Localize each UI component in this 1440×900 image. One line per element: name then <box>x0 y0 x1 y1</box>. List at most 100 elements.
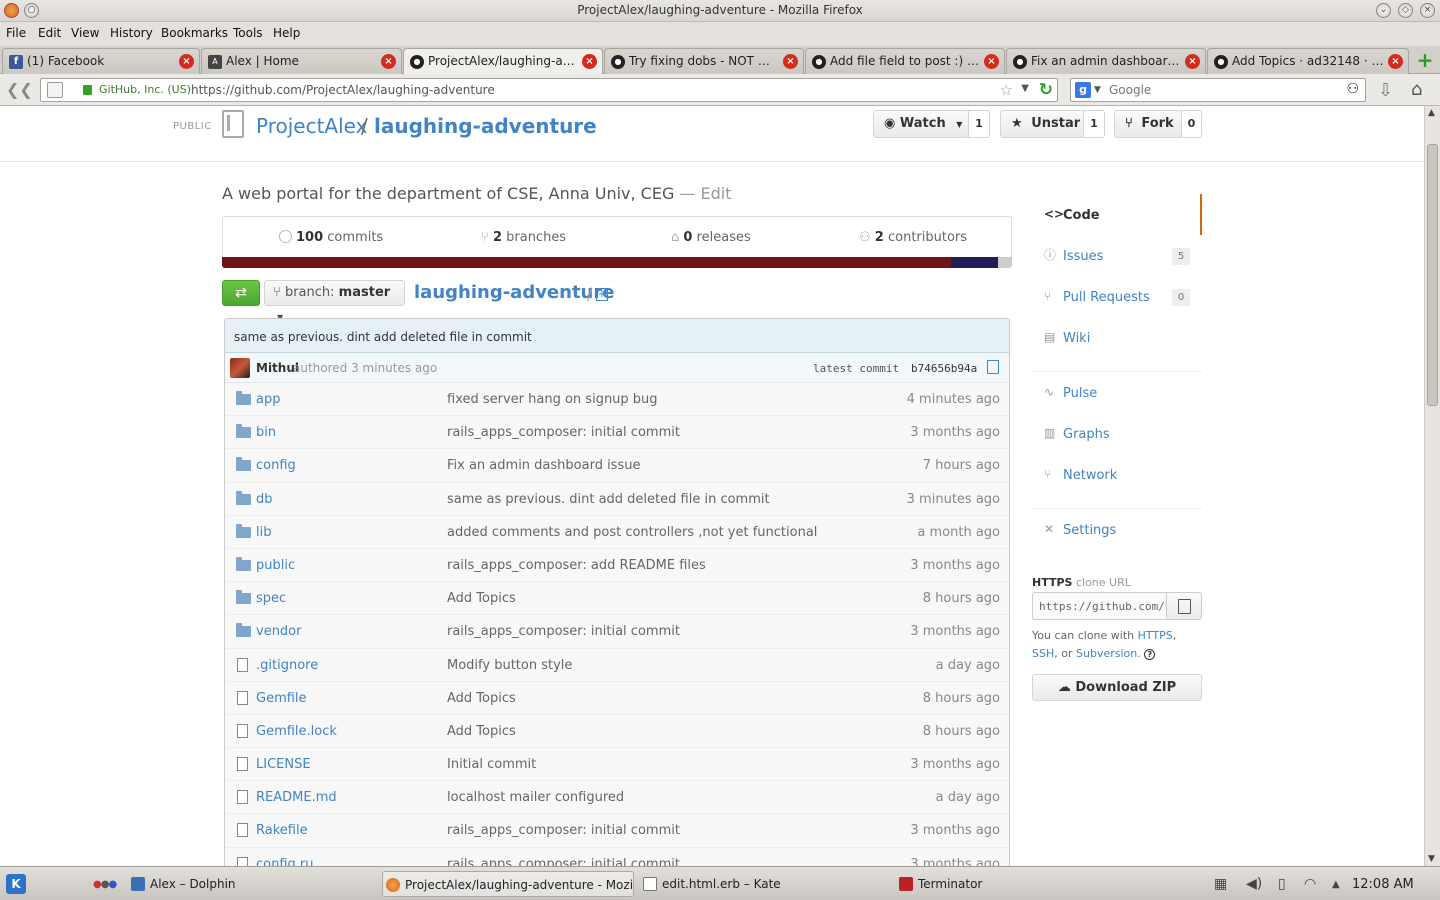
language-segment[interactable] <box>222 257 951 268</box>
close-tab-icon[interactable]: × <box>783 54 798 69</box>
engine-dropdown-icon[interactable]: ▼ <box>1094 85 1101 95</box>
menu-bookmarks[interactable]: Bookmarks <box>161 26 228 40</box>
clone-url-input[interactable]: https://github.com/ProjectAlex/laughing-… <box>1032 592 1167 620</box>
close-tab-icon[interactable]: × <box>1185 54 1200 69</box>
file-name-link[interactable]: .gitignore <box>256 658 318 673</box>
scroll-up-icon[interactable]: ▲ <box>1428 108 1435 118</box>
watch-button[interactable]: ◉ Watch ▼ <box>873 110 969 138</box>
commits-stat[interactable]: 100 commits <box>279 230 383 245</box>
file-commit-message[interactable]: rails_apps_composer: initial commit <box>447 857 680 866</box>
menu-edit[interactable]: Edit <box>38 26 61 40</box>
tray-expand-icon[interactable]: ▲ <box>1332 879 1340 890</box>
file-name-link[interactable]: config <box>256 458 296 473</box>
file-name-link[interactable]: Gemfile.lock <box>256 724 337 739</box>
file-name-link[interactable]: db <box>256 492 273 507</box>
tab-alex-home[interactable]: A Alex | Home × <box>201 48 402 74</box>
page-scrollbar[interactable]: ▲ ▼ <box>1424 106 1440 866</box>
file-commit-message[interactable]: Add Topics <box>447 724 516 739</box>
scroll-down-icon[interactable]: ▼ <box>1428 854 1435 864</box>
url-bar[interactable]: GitHub, Inc. (US) https://github.com/Pro… <box>40 78 1058 102</box>
maximize-button[interactable]: ◇ <box>1398 3 1413 18</box>
sidebar-item-settings[interactable]: ✕ Settings <box>1032 509 1202 550</box>
tab-add-file-field[interactable]: ● Add file field to post :) yay × <box>805 48 1005 74</box>
file-commit-message[interactable]: added comments and post controllers ,not… <box>447 525 817 540</box>
fork-count[interactable]: 0 <box>1181 110 1202 138</box>
file-commit-message[interactable]: rails_apps_composer: initial commit <box>447 823 680 838</box>
file-commit-message[interactable]: Initial commit <box>447 757 536 772</box>
new-tab-button[interactable]: + <box>1414 50 1436 70</box>
file-name-link[interactable]: Gemfile <box>256 691 307 706</box>
sidebar-item-network[interactable]: ⑂ Network <box>1032 454 1202 495</box>
back-button[interactable]: ❮❮ <box>6 81 34 99</box>
google-icon[interactable]: g <box>1075 82 1091 98</box>
sidebar-item-pull-requests[interactable]: ⑂ Pull Requests 0 <box>1032 276 1202 317</box>
binoculars-icon[interactable]: ⚇ <box>1346 81 1359 97</box>
new-file-icon[interactable]: + <box>596 288 608 301</box>
contributors-stat[interactable]: ⚇ 2 contributors <box>859 230 967 245</box>
close-tab-icon[interactable]: × <box>1388 54 1403 69</box>
file-name-link[interactable]: Rakefile <box>256 823 308 838</box>
language-segment[interactable] <box>998 257 1011 268</box>
sidebar-item-wiki[interactable]: ▤ Wiki <box>1032 317 1202 358</box>
close-tab-icon[interactable]: × <box>381 54 396 69</box>
home-icon[interactable]: ⌂ <box>1411 79 1422 100</box>
display-icon[interactable]: ▦ <box>1214 876 1227 892</box>
scrollbar-thumb[interactable] <box>1427 144 1438 406</box>
unstar-button[interactable]: ★ Unstar <box>1000 110 1084 138</box>
volume-icon[interactable]: ◀) <box>1246 876 1262 892</box>
file-name-link[interactable]: README.md <box>256 790 337 805</box>
commit-sha[interactable]: b74656b94a <box>911 362 977 375</box>
clipboard-icon[interactable] <box>987 360 999 374</box>
url-dropdown-icon[interactable]: ▼ <box>1021 83 1029 94</box>
tab-add-topics[interactable]: ● Add Topics · ad32148 · ProjectAlex × <box>1207 48 1409 74</box>
tab-fix-admin-dashboard[interactable]: ● Fix an admin dashboard issue × <box>1006 48 1206 74</box>
clone-ssh-link[interactable]: SSH <box>1032 647 1054 660</box>
sidebar-item-code[interactable]: <> Code <box>1032 194 1202 235</box>
close-tab-icon[interactable]: × <box>582 54 597 69</box>
battery-icon[interactable]: ▯ <box>1278 876 1286 892</box>
kde-menu-icon[interactable]: K <box>6 874 26 894</box>
repo-name-link[interactable]: laughing-adventure <box>374 114 597 138</box>
task-terminator[interactable]: Terminator <box>896 871 1136 897</box>
task-firefox[interactable]: ProjectAlex/laughing-adventure - Mozilla… <box>382 871 634 897</box>
activities-icon[interactable]: ●●● <box>93 879 117 890</box>
file-commit-message[interactable]: rails_apps_composer: initial commit <box>447 624 680 639</box>
question-icon[interactable]: ? <box>1144 649 1156 660</box>
close-tab-icon[interactable]: × <box>179 54 194 69</box>
releases-stat[interactable]: ⌂ 0 releases <box>671 230 751 245</box>
menu-history[interactable]: History <box>110 26 153 40</box>
watch-count[interactable]: 1 <box>968 110 990 138</box>
wifi-icon[interactable]: ◠ <box>1304 876 1316 892</box>
close-tab-icon[interactable]: × <box>984 54 999 69</box>
close-window-button[interactable]: × <box>1420 3 1435 18</box>
minimize-button[interactable]: ⌄ <box>1376 3 1391 18</box>
sidebar-item-pulse[interactable]: ∿ Pulse <box>1032 372 1202 413</box>
file-commit-message[interactable]: rails_apps_composer: add README files <box>447 558 706 573</box>
file-name-link[interactable]: vendor <box>256 624 301 639</box>
url-text[interactable]: https://github.com/ProjectAlex/laughing-… <box>191 83 495 97</box>
file-name-link[interactable]: spec <box>256 591 286 606</box>
latest-commit-message[interactable]: same as previous. dint add deleted file … <box>225 319 1009 353</box>
repo-owner-link[interactable]: ProjectAlex <box>256 114 367 138</box>
menu-tools[interactable]: Tools <box>233 26 263 40</box>
search-bar[interactable]: g ▼ Google ⚇ <box>1070 78 1366 102</box>
file-name-link[interactable]: public <box>256 558 295 573</box>
avatar[interactable] <box>230 358 250 378</box>
file-commit-message[interactable]: Add Topics <box>447 591 516 606</box>
file-commit-message[interactable]: same as previous. dint add deleted file … <box>447 492 770 507</box>
reload-icon[interactable]: ↻ <box>1039 80 1053 100</box>
download-icon[interactable]: ⇩ <box>1378 80 1393 101</box>
tab-laughing-adventure[interactable]: ● ProjectAlex/laughing-adventure × <box>403 48 603 75</box>
menu-help[interactable]: Help <box>273 26 300 40</box>
task-dolphin[interactable]: Alex – Dolphin <box>128 871 368 897</box>
star-count[interactable]: 1 <box>1083 110 1105 138</box>
menu-file[interactable]: File <box>6 26 26 40</box>
download-zip-button[interactable]: ☁ Download ZIP <box>1032 674 1202 701</box>
language-segment[interactable] <box>951 257 998 268</box>
file-commit-message[interactable]: fixed server hang on signup bug <box>447 392 658 407</box>
branches-stat[interactable]: ⑂ 2 branches <box>481 230 566 245</box>
compare-button[interactable]: ⇄ <box>222 280 260 306</box>
file-name-link[interactable]: app <box>256 392 280 407</box>
file-commit-message[interactable]: Fix an admin dashboard issue <box>447 458 640 473</box>
bookmark-star-icon[interactable]: ☆ <box>1000 81 1013 99</box>
